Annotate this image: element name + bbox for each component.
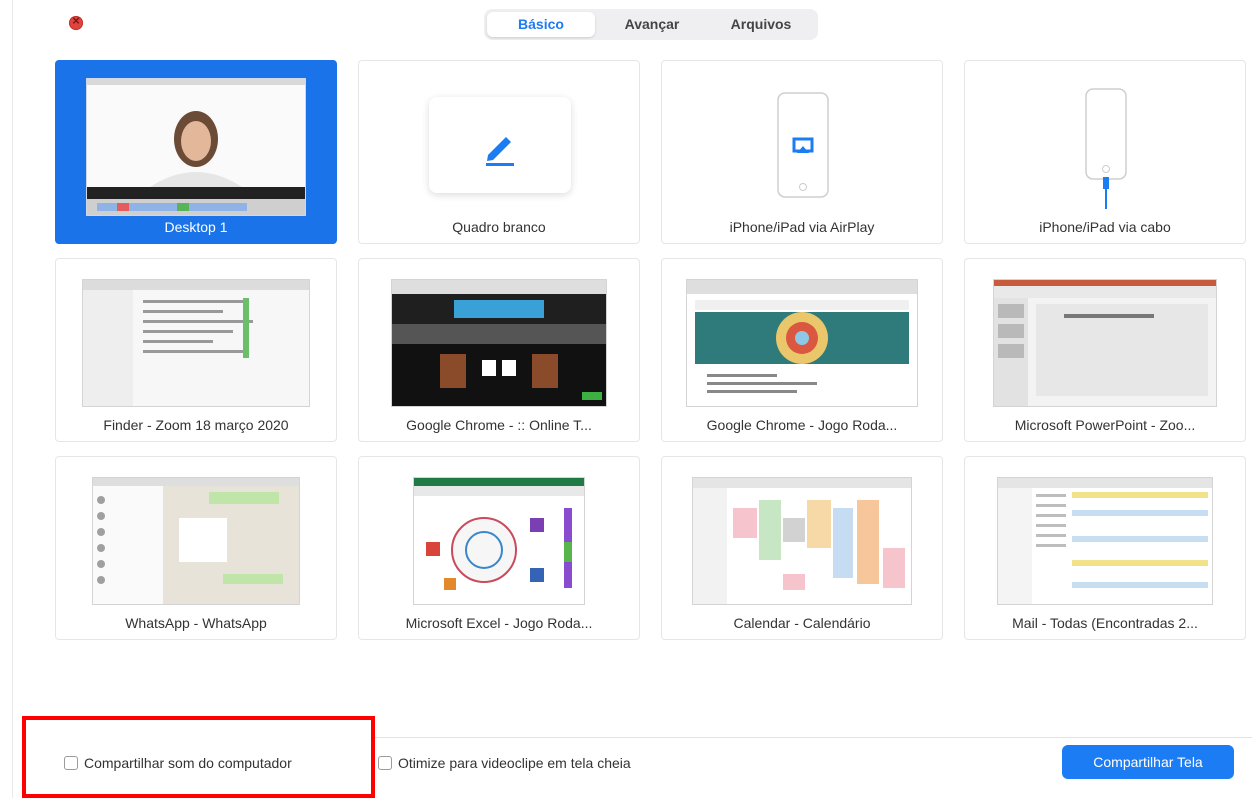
optimize-video-option[interactable]: Otimize para videoclipe em tela cheia <box>378 754 631 772</box>
whiteboard-card <box>429 97 571 193</box>
share-tile-whatsapp[interactable]: WhatsApp - WhatsApp <box>55 456 337 640</box>
tile-label: Microsoft PowerPoint - Zoo... <box>1014 417 1196 433</box>
desktop-thumbnail <box>86 78 306 216</box>
share-tile-calendar[interactable]: Calendar - Calendário <box>661 456 943 640</box>
excel-thumbnail <box>413 477 585 605</box>
tab-basico[interactable]: Básico <box>487 12 595 37</box>
share-tile-cable[interactable]: iPhone/iPad via cabo <box>964 60 1246 244</box>
close-icon[interactable] <box>69 13 83 30</box>
tile-label: iPhone/iPad via AirPlay <box>729 219 875 235</box>
share-tile-mail[interactable]: Mail - Todas (Encontradas 2... <box>964 456 1246 640</box>
cable-icon <box>1103 177 1109 189</box>
optimize-video-label: Otimize para videoclipe em tela cheia <box>398 755 631 771</box>
whatsapp-preview-image <box>93 478 299 604</box>
chrome-jogo-preview-image <box>687 280 917 393</box>
share-tile-excel[interactable]: Microsoft Excel - Jogo Roda... <box>358 456 640 640</box>
whatsapp-thumbnail <box>92 477 300 605</box>
tab-bar: Básico Avançar Arquivos <box>484 9 818 40</box>
footer-divider <box>375 737 1252 738</box>
share-tile-desktop[interactable]: Desktop 1 <box>55 60 337 244</box>
pencil-icon <box>486 137 514 166</box>
tile-label: Desktop 1 <box>164 219 228 235</box>
tile-label: Google Chrome - :: Online T... <box>406 417 592 433</box>
tile-label: Microsoft Excel - Jogo Roda... <box>405 615 593 631</box>
optimize-video-checkbox[interactable] <box>378 756 392 770</box>
share-screen-button[interactable]: Compartilhar Tela <box>1062 745 1234 779</box>
tile-label: WhatsApp - WhatsApp <box>125 615 267 631</box>
mail-thumbnail <box>997 477 1213 605</box>
tab-arquivos[interactable]: Arquivos <box>707 12 815 37</box>
calendar-preview-image <box>693 478 911 604</box>
share-tile-finder[interactable]: Finder - Zoom 18 março 2020 <box>55 258 337 442</box>
calendar-thumbnail <box>692 477 912 605</box>
tile-label: Mail - Todas (Encontradas 2... <box>1012 615 1198 631</box>
tile-label: iPhone/iPad via cabo <box>1039 219 1171 235</box>
mail-preview-image <box>998 478 1212 604</box>
powerpoint-preview-image <box>994 280 1216 406</box>
powerpoint-thumbnail <box>993 279 1217 407</box>
share-tile-chrome-online[interactable]: Google Chrome - :: Online T... <box>358 258 640 442</box>
chrome-online-thumbnail <box>391 279 607 407</box>
window-edge <box>12 0 13 798</box>
tile-label: Quadro branco <box>452 219 546 235</box>
finder-preview-image <box>83 280 309 406</box>
share-tile-airplay[interactable]: iPhone/iPad via AirPlay <box>661 60 943 244</box>
tile-label: Calendar - Calendário <box>733 615 871 631</box>
desktop-preview-image <box>87 79 305 215</box>
iphone-cable-icon <box>1085 88 1127 209</box>
share-tile-whiteboard[interactable]: Quadro branco <box>358 60 640 244</box>
iphone-airplay-icon <box>777 92 829 198</box>
share-tile-powerpoint[interactable]: Microsoft PowerPoint - Zoo... <box>964 258 1246 442</box>
share-tile-chrome-jogo[interactable]: Google Chrome - Jogo Roda... <box>661 258 943 442</box>
tile-label: Finder - Zoom 18 março 2020 <box>103 417 289 433</box>
chrome-jogo-thumbnail <box>686 279 918 407</box>
tab-avancar[interactable]: Avançar <box>598 12 706 37</box>
chrome-online-preview-image <box>392 280 606 400</box>
finder-thumbnail <box>82 279 310 407</box>
highlight-box <box>22 716 375 798</box>
tile-label: Google Chrome - Jogo Roda... <box>706 417 898 433</box>
excel-preview-image <box>414 478 584 590</box>
